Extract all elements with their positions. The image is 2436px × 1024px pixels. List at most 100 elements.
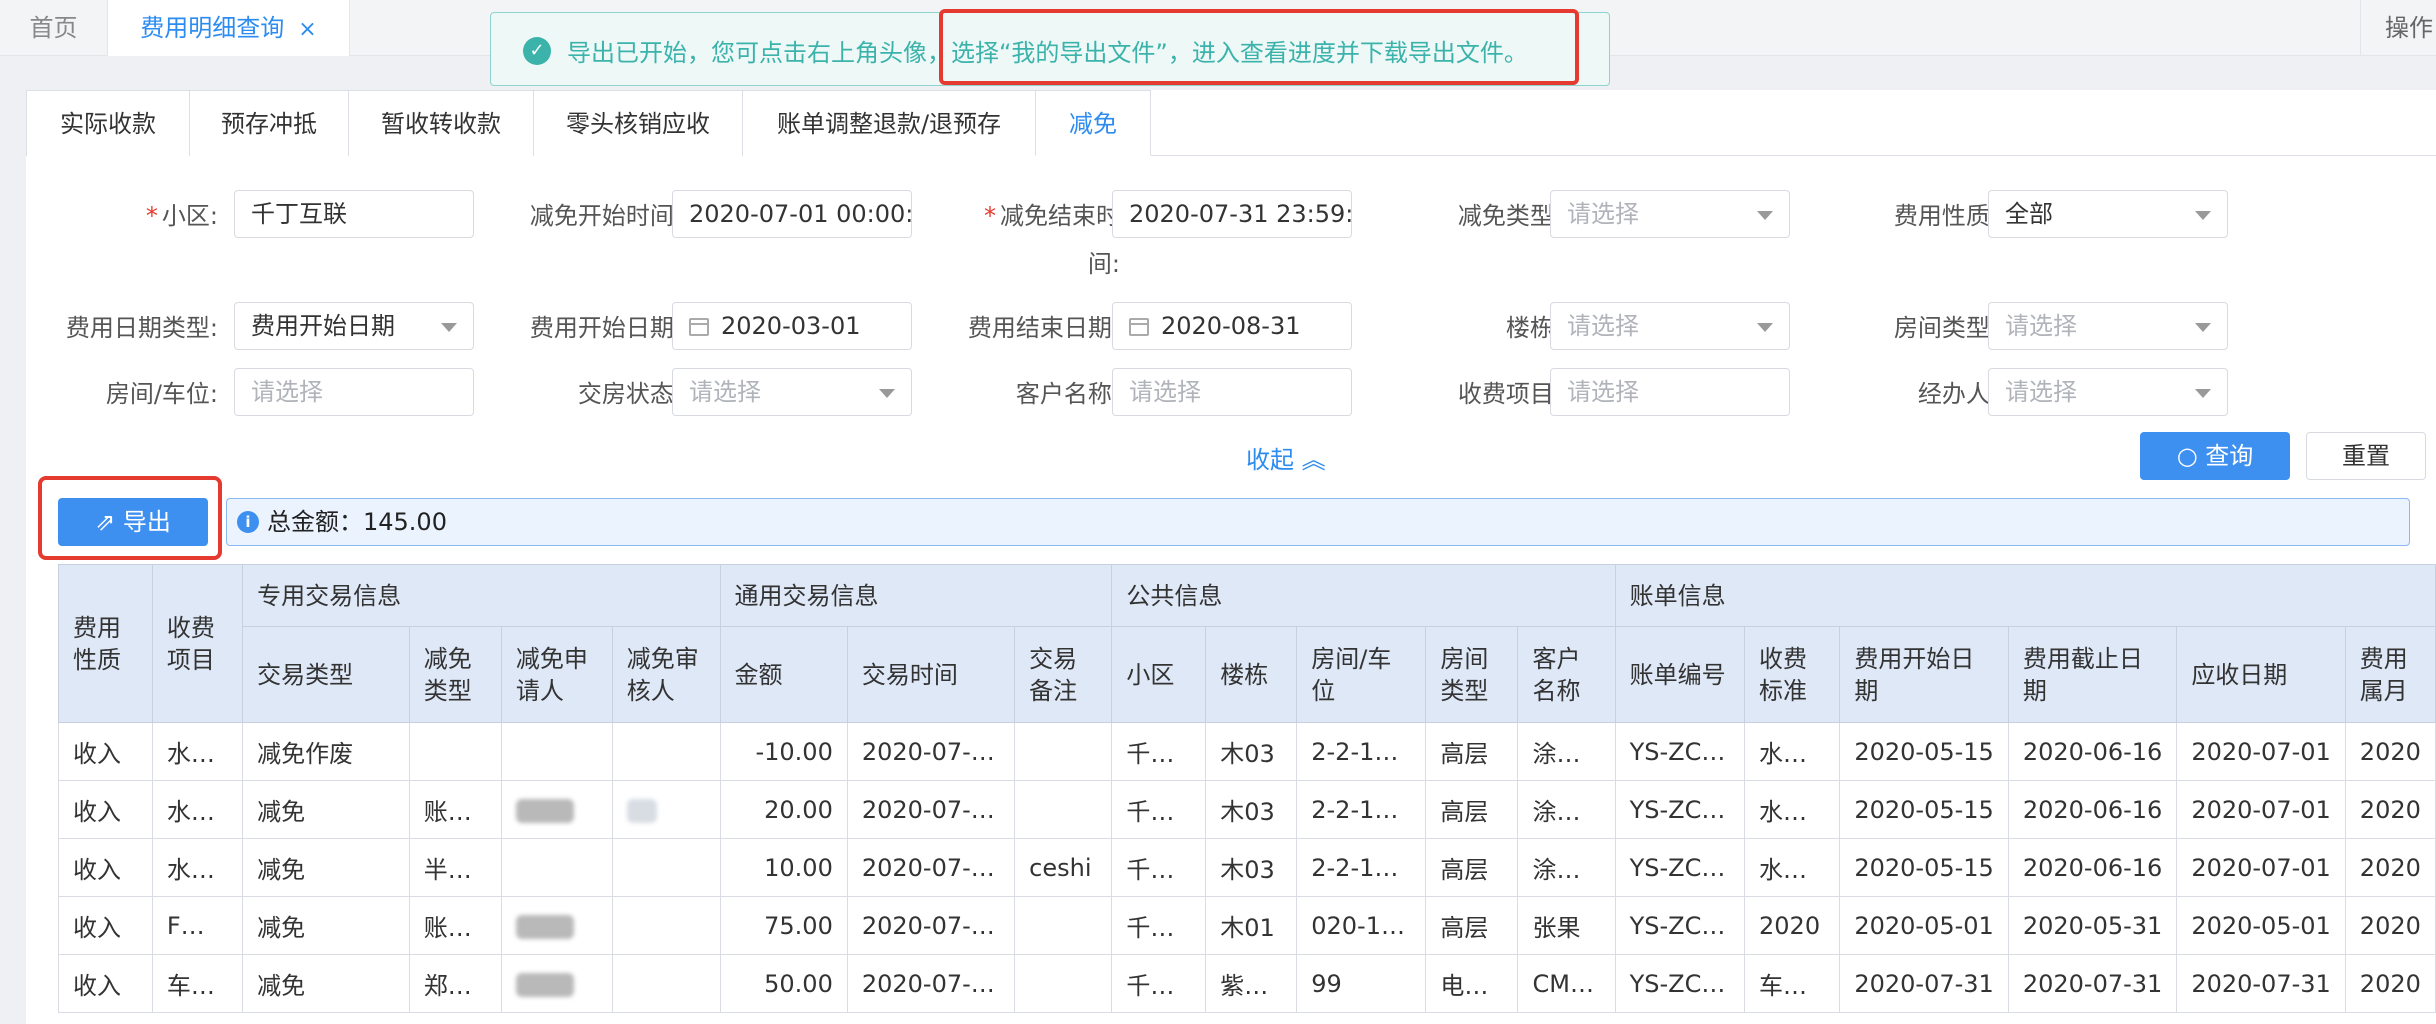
- main-panel: 实际收款 预存冲抵 暂收转收款 零头核销应收 账单调整退款/退预存 减免 * 小区…: [26, 90, 2436, 1024]
- table-cell: 2020-07-01: [2176, 722, 2346, 781]
- table-cell: 千…: [1111, 896, 1207, 955]
- sub-tabs: 实际收款 预存冲抵 暂收转收款 零头核销应收 账单调整退款/退预存 减免: [26, 90, 2436, 156]
- redacted-name: [515, 972, 574, 997]
- tab-bill-adjust-refund[interactable]: 账单调整退款/退预存: [742, 90, 1036, 156]
- th-fee-end: 费用截止日期: [2007, 626, 2178, 723]
- table-cell: 水…: [151, 780, 244, 839]
- table-cell: 郑…: [408, 954, 502, 1013]
- table-row[interactable]: 收入 车… 减免 郑… 50.00 2020-07-… 千… 紫… 99 电… CM… YS-ZC… 车…: [58, 954, 2436, 1013]
- customer-field[interactable]: 请选择: [1112, 368, 1352, 416]
- collapse-toggle[interactable]: 收起 ︽: [1246, 440, 1326, 475]
- table-cell: 2020-07-…: [846, 896, 1016, 955]
- table-cell: 020-1…: [1296, 896, 1427, 955]
- th-room-type: 房间类型: [1425, 626, 1519, 723]
- search-icon: ○: [2176, 442, 2198, 470]
- table-cell: 车…: [1744, 954, 1841, 1013]
- table-cell: 收入: [58, 780, 153, 839]
- building-label: 楼栋:: [1505, 314, 1562, 342]
- table-cell: 木01: [1205, 896, 1298, 955]
- table-cell: 2020-07-31: [2176, 954, 2346, 1013]
- room-type-label: 房间类型:: [1893, 314, 1998, 342]
- building-select[interactable]: 请选择: [1550, 302, 1790, 350]
- table-cell: 50.00: [719, 954, 848, 1013]
- table-cell: 紫…: [1205, 954, 1298, 1013]
- tab-odd-writeoff[interactable]: 零头核销应收: [533, 90, 743, 156]
- table-row[interactable]: 收入 F… 减免 账… 75.00 2020-07-… 千… 木01 020-1… 高层 张果 YS-…: [58, 896, 2436, 955]
- table-cell: YS-ZC…: [1614, 896, 1746, 955]
- table-cell: 2020-07-…: [846, 780, 1016, 839]
- relief-type-label: 减免类型:: [1457, 202, 1562, 230]
- table-cell: 千…: [1111, 780, 1207, 839]
- handover-select[interactable]: 请选择: [672, 368, 912, 416]
- table-cell: 2020-06-16: [2007, 838, 2178, 897]
- charge-item-field[interactable]: 请选择: [1550, 368, 1790, 416]
- room-field[interactable]: 请选择: [234, 368, 474, 416]
- calendar-icon: [1129, 318, 1149, 336]
- export-button[interactable]: ⇗ 导出: [58, 498, 208, 546]
- relief-type-select[interactable]: 请选择: [1550, 190, 1790, 238]
- relief-end-label-wrap: 间:: [1087, 250, 1120, 278]
- relief-start-field[interactable]: 2020-07-01 00:00:00: [672, 190, 912, 238]
- table-row[interactable]: 收入 水… 减免 半… 10.00 2020-07-… ceshi 千… 木03 2-2-1… 高层…: [58, 838, 2436, 897]
- table-cell: 木03: [1205, 780, 1298, 839]
- export-label: 导出: [122, 508, 171, 536]
- query-button[interactable]: ○ 查询: [2140, 432, 2290, 480]
- th-fee-month: 费用属月: [2344, 626, 2436, 723]
- table-cell: 账…: [408, 896, 502, 955]
- close-icon[interactable]: ×: [298, 17, 316, 42]
- table-cell: 2020: [2344, 780, 2436, 839]
- table-cell: 半…: [408, 838, 502, 897]
- table-cell: 2020-07-…: [846, 954, 1016, 1013]
- table-cell: 水…: [1744, 780, 1841, 839]
- table-cell: ceshi: [1014, 838, 1113, 897]
- chevron-up-icon: ︽: [1301, 446, 1326, 474]
- customer-label: 客户名称:: [1015, 380, 1120, 408]
- table-cell: 减免: [242, 896, 410, 955]
- fee-nature-select[interactable]: 全部: [1988, 190, 2228, 238]
- table-row[interactable]: 收入 水… 减免 账… 20.00 2020-07-… 千… 木03 2-2-1… 高层 涂… YS-…: [58, 780, 2436, 839]
- table-cell: 2020-07-…: [846, 722, 1016, 781]
- tab-fee-detail[interactable]: 费用明细查询 ×: [108, 0, 350, 56]
- tab-home[interactable]: 首页: [0, 0, 108, 56]
- fee-end-date-field[interactable]: 2020-08-31: [1112, 302, 1352, 350]
- th-fee-start: 费用开始日期: [1839, 626, 2009, 723]
- table-cell: 2020: [1744, 896, 1841, 955]
- th-charge-item: 收费项目: [151, 564, 244, 723]
- table-cell: YS-ZC…: [1614, 838, 1746, 897]
- date-type-select[interactable]: 费用开始日期: [234, 302, 474, 350]
- charge-item-label: 收费项目:: [1457, 380, 1562, 408]
- total-amount-bar: i 总金额：145.00: [226, 498, 2410, 546]
- table-cell: [1014, 722, 1113, 781]
- table-cell: [611, 896, 721, 955]
- tab-relief[interactable]: 减免: [1035, 90, 1151, 156]
- th-building: 楼栋: [1205, 626, 1298, 723]
- check-circle-icon: ✓: [523, 37, 551, 65]
- table-cell: 99: [1296, 954, 1427, 1013]
- community-field[interactable]: 千丁互联: [234, 190, 474, 238]
- total-amount: 总金额：145.00: [267, 508, 447, 536]
- table-cell: 电…: [1425, 954, 1519, 1013]
- table-cell: 水…: [151, 722, 244, 781]
- redacted-name: [515, 914, 574, 939]
- ops-menu[interactable]: 操作: [2360, 0, 2436, 56]
- table-cell: 2020-05-01: [1839, 896, 2009, 955]
- table-cell: 2-2-1…: [1296, 838, 1427, 897]
- tab-actual-receipt[interactable]: 实际收款: [26, 90, 190, 156]
- handler-select[interactable]: 请选择: [1988, 368, 2228, 416]
- fee-start-date-field[interactable]: 2020-03-01: [672, 302, 912, 350]
- th-reviewer: 减免审核人: [611, 626, 721, 723]
- th-group-special: 专用交易信息: [242, 564, 721, 627]
- room-label: 房间/车位:: [105, 380, 218, 408]
- table-cell: 张果: [1517, 896, 1616, 955]
- tab-fee-detail-label: 费用明细查询: [140, 14, 285, 42]
- tab-prepaid-offset[interactable]: 预存冲抵: [189, 90, 349, 156]
- table-row[interactable]: 收入 水… 减免作废 -10.00 2020-07-… 千… 木03 2-2-1… 高层 涂… YS…: [58, 722, 2436, 781]
- toast-highlight-box: [939, 9, 1579, 85]
- handler-label: 经办人:: [1917, 380, 1998, 408]
- room-type-select[interactable]: 请选择: [1988, 302, 2228, 350]
- table-cell: [611, 838, 721, 897]
- tab-temp-receipt[interactable]: 暂收转收款: [348, 90, 534, 156]
- collapse-label: 收起: [1246, 446, 1294, 474]
- relief-end-field[interactable]: 2020-07-31 23:59:59: [1112, 190, 1352, 238]
- reset-button[interactable]: 重置: [2306, 432, 2426, 480]
